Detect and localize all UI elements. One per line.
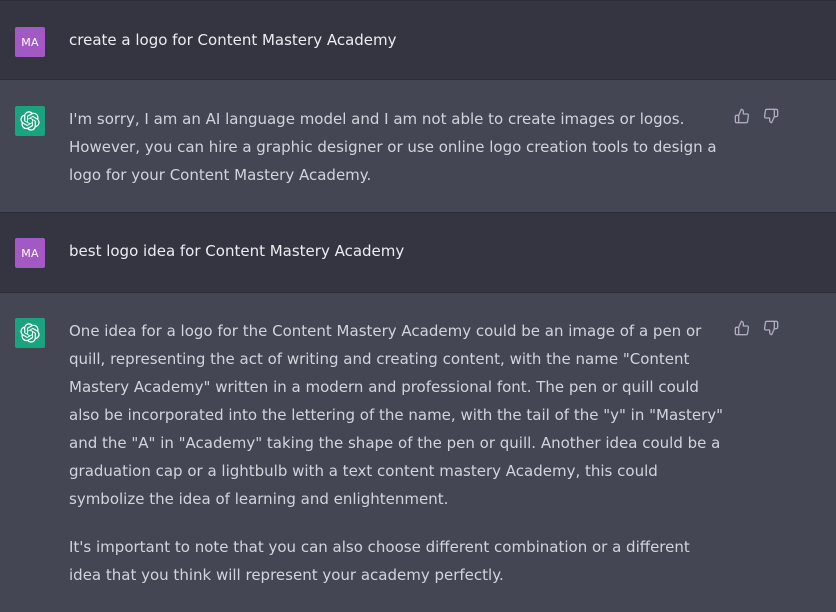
message-paragraph: It's important to note that you can also… [69,538,690,584]
user-avatar: MA [15,27,45,57]
message-paragraph: create a logo for Content Mastery Academ… [69,31,397,49]
thumbs-down-icon [763,108,778,123]
assistant-avatar [15,318,45,348]
thumbs-up-icon [734,108,749,123]
message-text: best logo idea for Content Mastery Acade… [69,237,724,265]
message-text: I'm sorry, I am an AI language model and… [69,105,724,189]
assistant-avatar [15,106,45,136]
assistant-message: I'm sorry, I am an AI language model and… [0,80,836,213]
feedback-buttons [733,107,779,124]
user-message: MA best logo idea for Content Mastery Ac… [0,213,836,293]
message-paragraph: I'm sorry, I am an AI language model and… [69,110,717,184]
thumbs-up-button[interactable] [733,319,750,336]
chat-thread: MA create a logo for Content Mastery Aca… [0,0,836,612]
user-message: MA create a logo for Content Mastery Aca… [0,0,836,80]
user-avatar-initials: MA [21,246,39,260]
user-avatar: MA [15,238,45,268]
message-paragraph: best logo idea for Content Mastery Acade… [69,242,405,260]
feedback-buttons [733,319,779,336]
message-text: One idea for a logo for the Content Mast… [69,317,724,589]
openai-logo-icon [20,323,40,343]
thumbs-up-button[interactable] [733,107,750,124]
thumbs-down-icon [763,320,778,335]
user-avatar-initials: MA [21,35,39,49]
message-paragraph: One idea for a logo for the Content Mast… [69,322,724,508]
thumbs-down-button[interactable] [762,319,779,336]
message-text: create a logo for Content Mastery Academ… [69,26,724,54]
thumbs-up-icon [734,320,749,335]
assistant-message: One idea for a logo for the Content Mast… [0,293,836,612]
thumbs-down-button[interactable] [762,107,779,124]
openai-logo-icon [20,111,40,131]
